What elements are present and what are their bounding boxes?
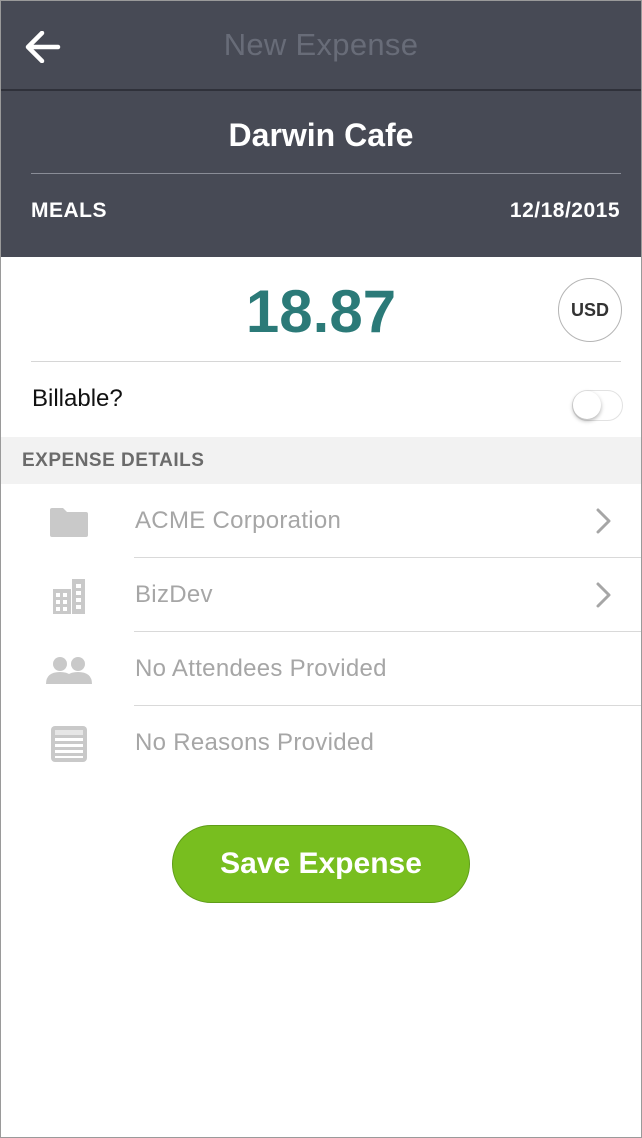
chevron-right-icon [596,508,611,534]
expense-date[interactable]: 12/18/2015 [510,199,620,223]
amount-divider [31,361,621,362]
chevron-right-icon [596,582,611,608]
app-screen: New Expense Darwin Cafe MEALS 12/18/2015… [0,0,642,1138]
expense-amount[interactable]: 18.87 [1,277,641,346]
people-icon [46,657,92,684]
toggle-knob [573,391,601,419]
detail-row-label: BizDev [135,581,213,608]
expense-category[interactable]: MEALS [31,199,107,223]
detail-row-label: No Reasons Provided [135,729,375,756]
section-title: EXPENSE DETAILS [22,450,205,471]
expense-header: Darwin Cafe MEALS 12/18/2015 [1,91,641,257]
folder-icon [50,508,88,537]
detail-row-client[interactable]: ACME Corporation [1,484,641,558]
save-expense-button[interactable]: Save Expense [172,825,470,903]
nav-bar: New Expense [1,1,641,89]
detail-row-label: ACME Corporation [135,507,342,534]
expense-details-header: EXPENSE DETAILS [1,437,641,484]
nav-title: New Expense [223,27,419,62]
building-icon [53,579,85,614]
billable-toggle[interactable] [572,390,623,421]
detail-row-attendees[interactable]: No Attendees Provided [1,632,641,706]
billable-label: Billable? [32,385,123,412]
detail-row-department[interactable]: BizDev [1,558,641,632]
currency-button[interactable]: USD [558,278,622,342]
detail-row-reasons[interactable]: No Reasons Provided [1,706,641,780]
header-divider [31,173,621,174]
list-icon [51,726,87,762]
merchant-name[interactable]: Darwin Cafe [1,117,641,154]
detail-row-label: No Attendees Provided [135,655,387,682]
